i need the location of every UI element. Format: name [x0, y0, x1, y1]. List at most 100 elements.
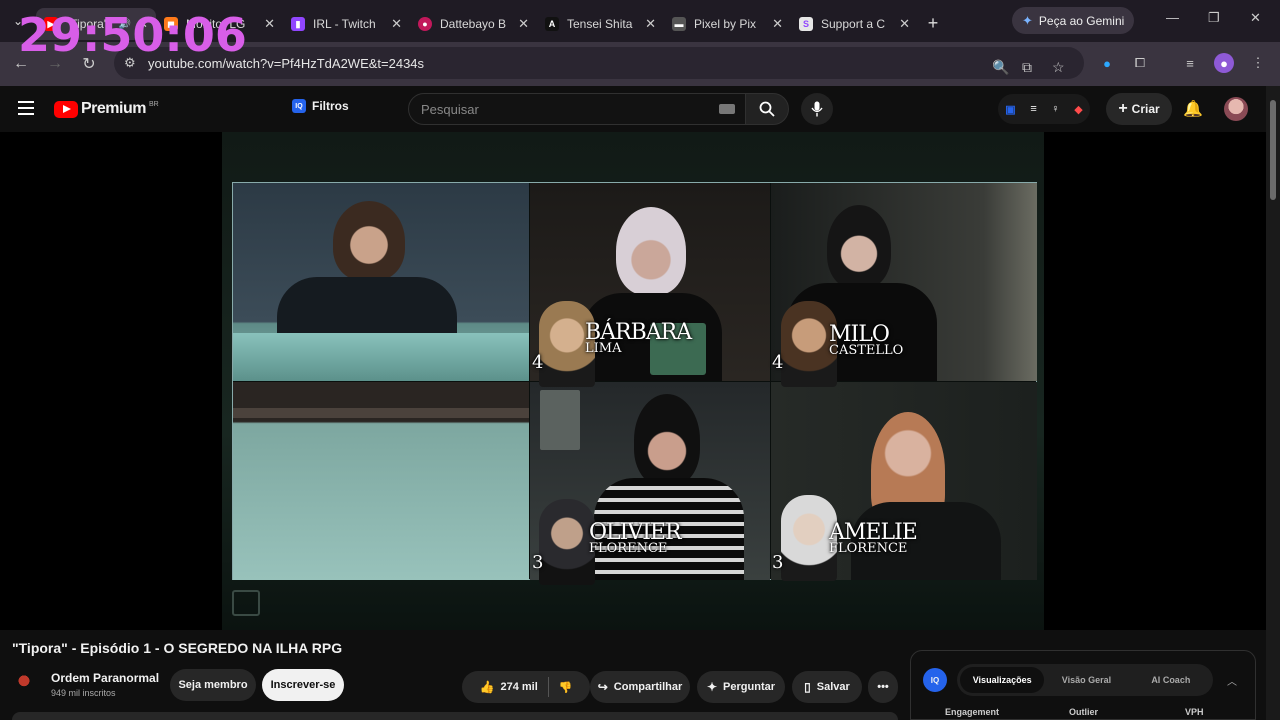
tab-label: Dattebayo B [440, 17, 507, 31]
tab-close-icon[interactable]: ✕ [518, 16, 529, 32]
share-button[interactable]: ↪ Compartilhar [590, 671, 690, 703]
gemini-button[interactable]: ✦ Peça ao Gemini [1012, 7, 1135, 34]
pixel-favicon-icon: ▬ [672, 17, 686, 31]
cam-table [233, 333, 529, 381]
logo-word: Premium [81, 100, 146, 117]
browser-tab-tensei[interactable]: A Tensei Shita ✕ [537, 8, 664, 40]
sparkle-icon: ✦ [706, 680, 718, 694]
new-tab-button[interactable]: + [918, 13, 948, 34]
twitch-favicon-icon: ▮ [291, 17, 305, 31]
cast-icon[interactable]: ⧉ [1022, 59, 1032, 76]
column-outlier: Outlier [1069, 707, 1099, 717]
voice-search-button[interactable] [801, 93, 833, 125]
like-thumb-icon[interactable]: 👍 [480, 680, 495, 694]
vidiq-icon[interactable]: ▣ [1005, 103, 1015, 116]
player-surname: FLORENCE [589, 540, 668, 556]
tab-label: Support a C [821, 17, 886, 31]
restore-icon[interactable]: ❐ [1208, 10, 1220, 26]
tab-close-icon[interactable]: ✕ [772, 16, 783, 32]
player-level: 4 [532, 352, 544, 373]
player-tag-amelie: AMELIE FLORENCE [829, 520, 918, 556]
vidiq-logo-icon: IQ [923, 668, 947, 692]
search-button[interactable] [745, 93, 789, 125]
youtube-premium-logo[interactable]: Premium BR [54, 100, 159, 118]
tab-visualizacoes[interactable]: Visualizações [960, 667, 1045, 693]
player-name: OLIVIER [589, 520, 682, 545]
column-vph: VPH [1185, 707, 1204, 717]
anime-favicon-icon: A [545, 17, 559, 31]
wall-outlet [540, 390, 580, 450]
youtube-header: Premium BR IQ Filtros Pesquisar ▣ ≡ ♀ ◆ … [0, 86, 1266, 132]
extensions-puzzle-icon[interactable]: ⧠ [1130, 53, 1150, 73]
profile-avatar-icon[interactable]: ● [1214, 53, 1234, 73]
youtube-play-logo-icon [54, 100, 78, 118]
video-player[interactable]: BÁRBARA LIMA 4 MILO CASTELLO 4 OLIVIER F… [0, 132, 1266, 630]
trophy-icon[interactable]: ♀ [1051, 103, 1059, 115]
keyboard-icon[interactable] [719, 104, 735, 114]
player-tag-milo: MILO CASTELLO [829, 324, 903, 357]
alert-bell-icon[interactable]: ◆ [1074, 103, 1082, 116]
account-avatar[interactable] [1224, 97, 1248, 121]
list-icon[interactable]: ≡ [1030, 103, 1036, 115]
like-count[interactable]: 274 mil [500, 681, 537, 693]
person-silhouette [827, 205, 891, 289]
tab-close-icon[interactable]: ✕ [899, 16, 910, 32]
column-engagement: Engagement [945, 707, 1000, 717]
scrollbar-thumb[interactable] [1270, 100, 1276, 200]
url-bar[interactable]: ⚙ youtube.com/watch?v=Pf4HzTdA2WE&t=2434… [114, 47, 1084, 79]
search-input[interactable]: Pesquisar [408, 93, 746, 125]
vidiq-panel: IQ Visualizações Visão Geral AI Coach ︿ … [910, 650, 1256, 720]
subscriber-count: 949 mil inscritos [51, 688, 116, 698]
close-window-icon[interactable]: ✕ [1250, 10, 1261, 26]
tab-close-icon[interactable]: ✕ [391, 16, 402, 32]
vidiq-badge-icon: IQ [292, 99, 306, 113]
tab-close-icon[interactable]: ✕ [645, 16, 656, 32]
tab-ai-coach[interactable]: AI Coach [1129, 675, 1213, 685]
cam-wall [233, 382, 529, 580]
zoom-icon[interactable]: 🔍 [992, 59, 1009, 76]
browser-tab-pixel[interactable]: ▬ Pixel by Pix ✕ [664, 8, 791, 40]
join-button[interactable]: Seja membro [170, 669, 256, 701]
more-actions-button[interactable]: ••• [868, 671, 898, 703]
ask-button[interactable]: ✦ Perguntar [697, 671, 785, 703]
tab-label: Tensei Shita [567, 17, 633, 31]
search-placeholder: Pesquisar [421, 101, 479, 117]
browser-tab-support[interactable]: S Support a C ✕ [791, 8, 918, 40]
player-name: AMELIE [829, 520, 918, 545]
subscribe-button[interactable]: Inscrever-se [262, 669, 344, 701]
description-box[interactable] [12, 712, 898, 720]
like-dislike-group: 👍 274 mil 👎 [462, 671, 590, 703]
browser-tab-twitch[interactable]: ▮ IRL - Twitch ✕ [283, 8, 410, 40]
tab-label: Pixel by Pix [694, 17, 757, 31]
minimize-icon[interactable]: — [1166, 10, 1179, 25]
person-silhouette [634, 394, 700, 486]
vidiq-filters-button[interactable]: IQ Filtros [292, 99, 349, 113]
channel-name[interactable]: Ordem Paranormal [51, 671, 159, 685]
player-level: 4 [772, 352, 784, 373]
chevron-up-icon[interactable]: ︿ [1227, 673, 1237, 688]
media-queue-icon[interactable]: ≡ [1180, 53, 1200, 73]
save-button[interactable]: ▯ Salvar [792, 671, 862, 703]
tab-visao-geral[interactable]: Visão Geral [1044, 675, 1128, 685]
browser-tab-dattebayo[interactable]: ● Dattebayo B ✕ [410, 8, 537, 40]
vidiq-header-tools[interactable]: ▣ ≡ ♀ ◆ [998, 94, 1090, 124]
channel-avatar[interactable] [12, 670, 36, 694]
create-button[interactable]: + Criar [1106, 93, 1172, 125]
page-scrollbar[interactable] [1266, 86, 1280, 720]
tab-close-icon[interactable]: ✕ [264, 16, 275, 32]
person-body [277, 277, 457, 337]
browser-menu-icon[interactable]: ⋮ [1248, 53, 1268, 73]
player-surname: FLORENCE [829, 540, 908, 556]
twitch-logo-icon [232, 590, 260, 616]
microphone-icon [811, 101, 823, 117]
stream-timer-overlay: 29:50:06 [18, 8, 247, 62]
player-tag-barbara: BÁRBARA LIMA [585, 322, 692, 355]
extension-blue-icon[interactable]: ● [1097, 53, 1117, 73]
webcam-grid: BÁRBARA LIMA 4 MILO CASTELLO 4 OLIVIER F… [232, 182, 1037, 585]
bookmark-star-icon[interactable]: ☆ [1052, 59, 1065, 76]
menu-hamburger-icon[interactable] [18, 101, 34, 115]
cam-game-master [233, 183, 529, 381]
notifications-bell-icon[interactable]: 🔔 [1183, 99, 1203, 119]
search-icon [759, 101, 775, 117]
dislike-thumb-icon[interactable]: 👎 [559, 681, 573, 694]
